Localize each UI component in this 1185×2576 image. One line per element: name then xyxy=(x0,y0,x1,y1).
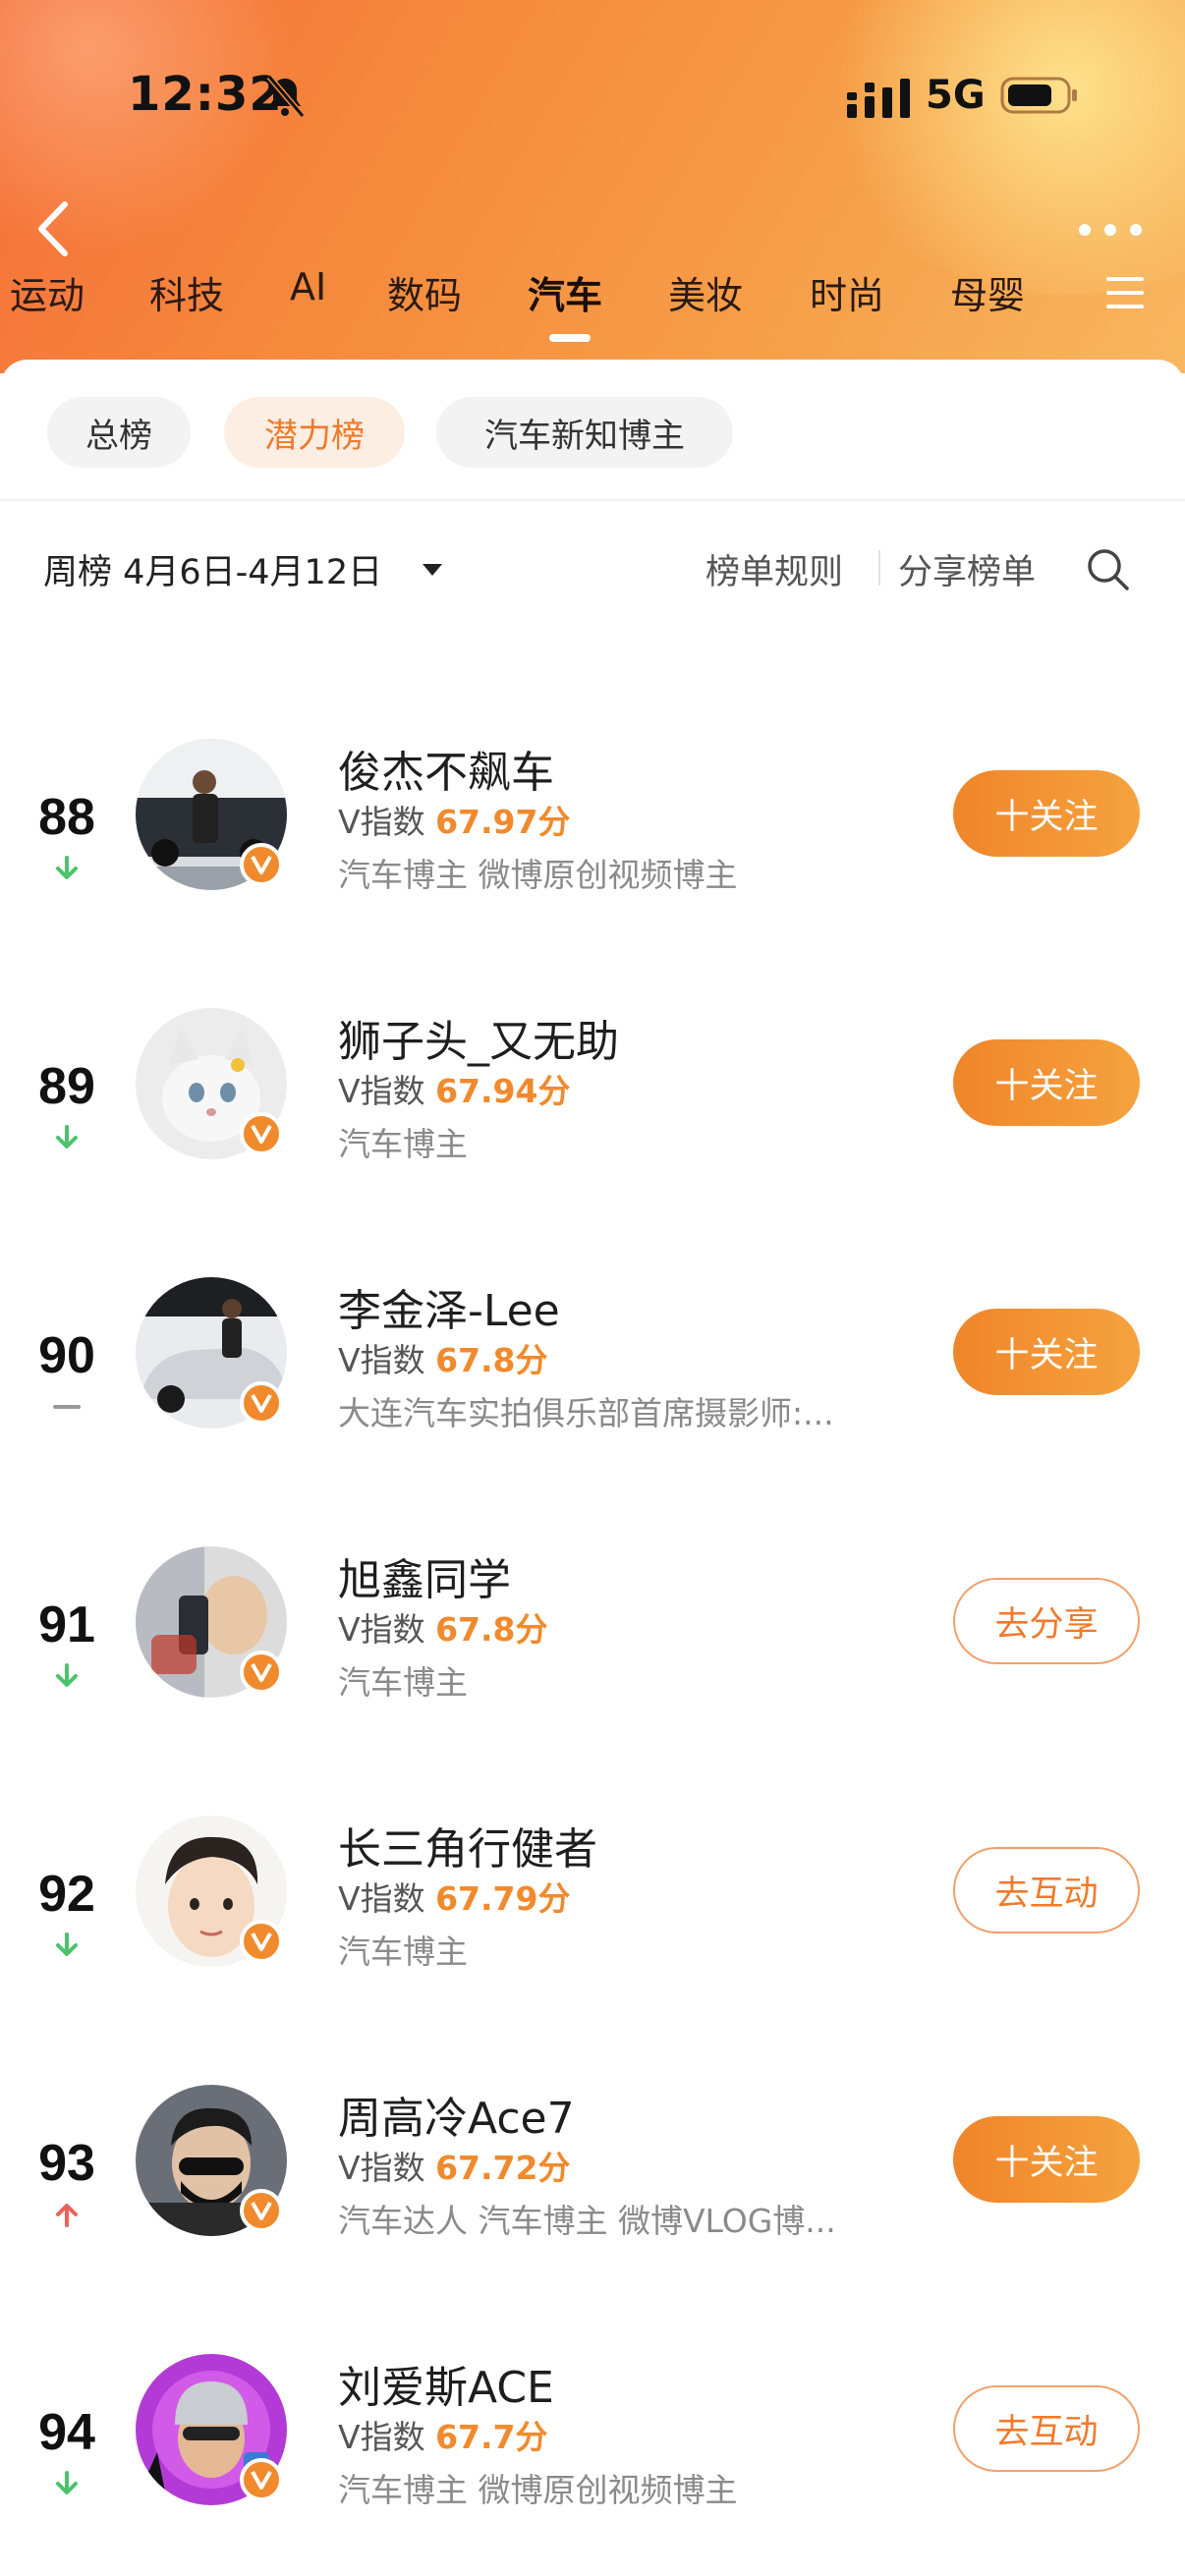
trend-down-icon xyxy=(56,2471,78,2494)
chip-potential[interactable]: 潜力榜 xyxy=(224,397,405,468)
active-tab-indicator xyxy=(549,334,591,342)
v-index-value: 67.79分 xyxy=(435,1879,571,1918)
rank-number: 93 xyxy=(38,2135,95,2192)
tab-ai[interactable]: AI xyxy=(290,265,326,308)
verified-v-icon xyxy=(240,843,283,886)
rank-number: 89 xyxy=(38,1058,95,1115)
v-index-label: V指数 xyxy=(338,1610,425,1649)
share-list-link[interactable]: 分享榜单 xyxy=(898,544,1036,594)
tab-parenting[interactable]: 母婴 xyxy=(950,265,1025,319)
verified-v-icon xyxy=(240,1920,283,1963)
trend-flat-icon xyxy=(53,1405,81,1409)
blogger-name[interactable]: 狮子头_又无助 xyxy=(338,1006,619,1069)
rules-link[interactable]: 榜单规则 xyxy=(705,544,843,594)
blogger-name[interactable]: 长三角行健者 xyxy=(338,1814,597,1876)
status-time: 12:32 xyxy=(128,67,283,122)
v-index-label: V指数 xyxy=(338,2149,425,2187)
blogger-name[interactable]: 俊杰不飙车 xyxy=(338,737,554,800)
v-index: V指数 67.79分 xyxy=(338,1873,570,1920)
blogger-description: 汽车达人 汽车博主 微博VLOG博... xyxy=(338,2202,836,2240)
blogger-name[interactable]: 旭鑫同学 xyxy=(338,1544,511,1607)
list-item[interactable]: 93 周高冷Ace7 V指数 67.72分 汽车达人 汽车博主 微博VLOG博.… xyxy=(0,2085,1185,2354)
battery-icon xyxy=(1000,77,1077,114)
blogger-description: 汽车博主 xyxy=(338,1663,468,1702)
v-index-value: 67.8分 xyxy=(435,1341,548,1379)
list-item[interactable]: 90 李金泽-Lee V指数 67.8分 大连汽车实拍俱乐部首席摄影师:... … xyxy=(0,1277,1185,1546)
v-index-value: 67.72分 xyxy=(435,2149,571,2187)
v-index: V指数 67.8分 xyxy=(338,1603,548,1651)
trend-down-icon xyxy=(56,1663,78,1687)
v-index-label: V指数 xyxy=(338,1341,425,1379)
blogger-name[interactable]: 刘爱斯ACE xyxy=(338,2352,554,2415)
list-item[interactable]: 91 旭鑫同学 V指数 67.8分 汽车博主 去分享 xyxy=(0,1546,1185,1816)
v-index-value: 67.97分 xyxy=(435,803,571,841)
back-icon[interactable] xyxy=(29,196,79,261)
category-tabs: 运动 科技 AI 数码 汽车 美妆 时尚 母婴 xyxy=(0,265,1185,344)
v-index-label: V指数 xyxy=(338,1072,425,1110)
rank-number: 94 xyxy=(38,2404,95,2461)
tab-fashion[interactable]: 时尚 xyxy=(810,265,884,319)
v-index-value: 67.8分 xyxy=(435,1610,548,1649)
chip-auto-new-knowledge[interactable]: 汽车新知博主 xyxy=(436,397,733,468)
list-item[interactable]: 92 长三角行健者 V指数 67.79分 汽车博主 去互动 xyxy=(0,1816,1185,2085)
follow-button[interactable]: 十关注 xyxy=(953,2116,1140,2203)
interact-button[interactable]: 去互动 xyxy=(953,1847,1140,1933)
interact-button[interactable]: 去互动 xyxy=(953,2385,1140,2472)
menu-icon[interactable] xyxy=(1104,275,1146,310)
share-button[interactable]: 去分享 xyxy=(953,1578,1140,1664)
v-index: V指数 67.8分 xyxy=(338,1334,548,1381)
follow-button[interactable]: 十关注 xyxy=(953,1309,1140,1395)
caret-down-icon[interactable] xyxy=(421,562,444,578)
list-item[interactable]: 88 俊杰不飙车 V指数 67.97分 汽车博主 微博原创视频博主 十关注 xyxy=(0,739,1185,1008)
trend-up-icon xyxy=(56,2204,78,2227)
v-index: V指数 67.97分 xyxy=(338,796,570,843)
separator xyxy=(878,550,880,586)
verified-v-icon xyxy=(240,2458,283,2501)
blogger-name[interactable]: 周高冷Ace7 xyxy=(338,2083,575,2146)
blogger-description: 汽车博主 微博原创视频博主 xyxy=(338,2471,738,2509)
chip-overall[interactable]: 总榜 xyxy=(47,397,191,468)
v-index-label: V指数 xyxy=(338,2418,425,2456)
verified-v-icon xyxy=(240,1381,283,1425)
more-icon[interactable] xyxy=(1071,210,1150,250)
tab-digital[interactable]: 数码 xyxy=(387,265,462,319)
network-type: 5G xyxy=(926,73,986,118)
v-index-label: V指数 xyxy=(338,803,425,841)
trend-down-icon xyxy=(56,1932,78,1956)
v-index-value: 67.94分 xyxy=(435,1072,571,1110)
bell-muted-icon xyxy=(266,75,306,118)
trend-down-icon xyxy=(56,1125,78,1148)
v-index: V指数 67.72分 xyxy=(338,2142,570,2189)
v-index: V指数 67.7分 xyxy=(338,2411,548,2458)
rank-number: 90 xyxy=(38,1327,95,1384)
divider xyxy=(0,499,1185,501)
v-index-value: 67.7分 xyxy=(435,2418,548,2456)
trend-down-icon xyxy=(56,856,78,879)
v-index-label: V指数 xyxy=(338,1879,425,1918)
v-index: V指数 67.94分 xyxy=(338,1065,570,1112)
tab-beauty[interactable]: 美妆 xyxy=(668,265,743,319)
period-selector[interactable]: 周榜 4月6日-4月12日 xyxy=(43,544,382,594)
verified-v-icon xyxy=(240,1112,283,1155)
blogger-description: 汽车博主 微博原创视频博主 xyxy=(338,856,738,894)
tab-tech[interactable]: 科技 xyxy=(149,265,224,319)
tab-auto[interactable]: 汽车 xyxy=(528,265,602,319)
verified-v-icon xyxy=(240,2189,283,2232)
blogger-description: 大连汽车实拍俱乐部首席摄影师:... xyxy=(338,1394,834,1432)
rank-number: 92 xyxy=(38,1866,95,1923)
list-item[interactable]: 94 刘爱斯ACE V指数 67.7分 汽车博主 微博原创视频博主 去互动 xyxy=(0,2354,1185,2576)
signal-icon xyxy=(847,79,910,118)
blogger-name[interactable]: 李金泽-Lee xyxy=(338,1275,560,1338)
tab-sports[interactable]: 运动 xyxy=(10,265,85,319)
follow-button[interactable]: 十关注 xyxy=(953,770,1140,857)
list-item[interactable]: 89 狮子头_又无助 V指数 67.94分 汽车博主 十关注 xyxy=(0,1008,1185,1277)
follow-button[interactable]: 十关注 xyxy=(953,1039,1140,1126)
blogger-description: 汽车博主 xyxy=(338,1125,468,1163)
blogger-description: 汽车博主 xyxy=(338,1932,468,1971)
search-icon[interactable] xyxy=(1085,546,1130,591)
status-bar: 12:32 5G xyxy=(0,0,1185,196)
verified-v-icon xyxy=(240,1651,283,1694)
rank-number: 91 xyxy=(38,1596,95,1653)
rank-number: 88 xyxy=(38,789,95,846)
